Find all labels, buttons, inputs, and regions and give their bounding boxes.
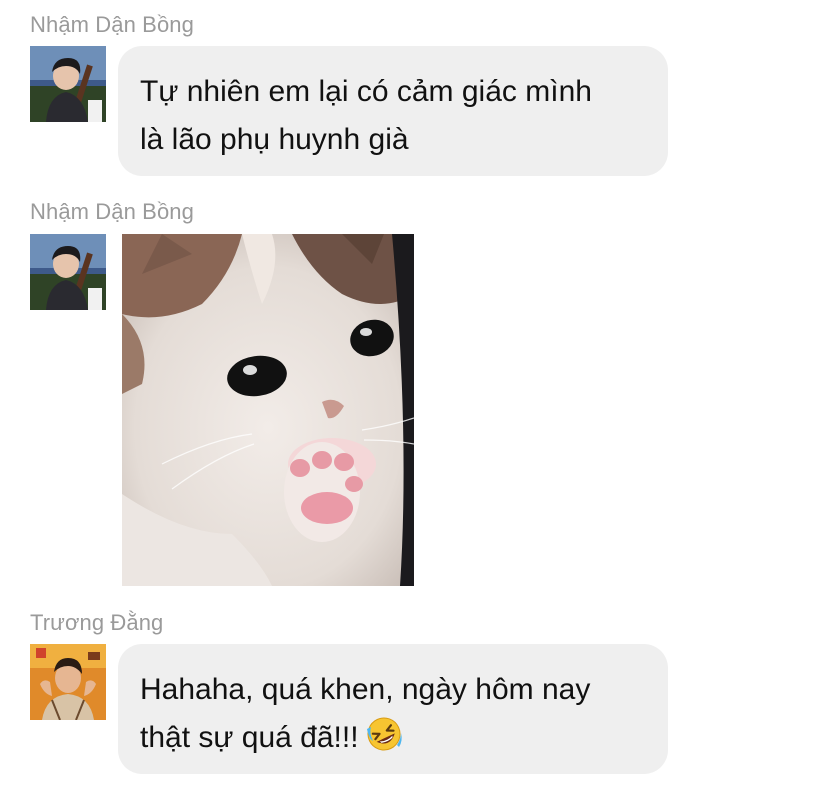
avatar-image	[30, 234, 106, 310]
message-bubble[interactable]: Tự nhiên em lại có cảm giác mình là lão …	[118, 46, 668, 176]
sender-name: Nhậm Dận Bồng	[30, 12, 194, 37]
message-text-line: Hahaha, quá khen, ngày hôm nay	[140, 673, 591, 706]
cat-image	[122, 234, 414, 586]
rolling-on-floor-laughing-icon	[365, 715, 403, 768]
sender-name: Nhậm Dận Bồng	[30, 199, 194, 224]
avatar[interactable]	[30, 644, 106, 720]
crying-cat-photo[interactable]	[122, 234, 414, 586]
avatar-image	[30, 644, 106, 720]
message-bubble[interactable]: Hahaha, quá khen, ngày hôm nay thật sự q…	[118, 644, 668, 774]
avatar-image	[30, 46, 106, 122]
sender-name: Trương Đằng	[30, 610, 164, 635]
avatar[interactable]	[30, 46, 106, 122]
message-text-line: là lão phụ huynh già	[140, 123, 409, 156]
message-text-line: Tự nhiên em lại có cảm giác mình	[140, 75, 592, 108]
message-text-line: thật sự quá đã!!!	[140, 721, 359, 754]
message-text-line-with-emoji: thật sự quá đã!!!	[140, 714, 638, 768]
avatar[interactable]	[30, 234, 106, 310]
